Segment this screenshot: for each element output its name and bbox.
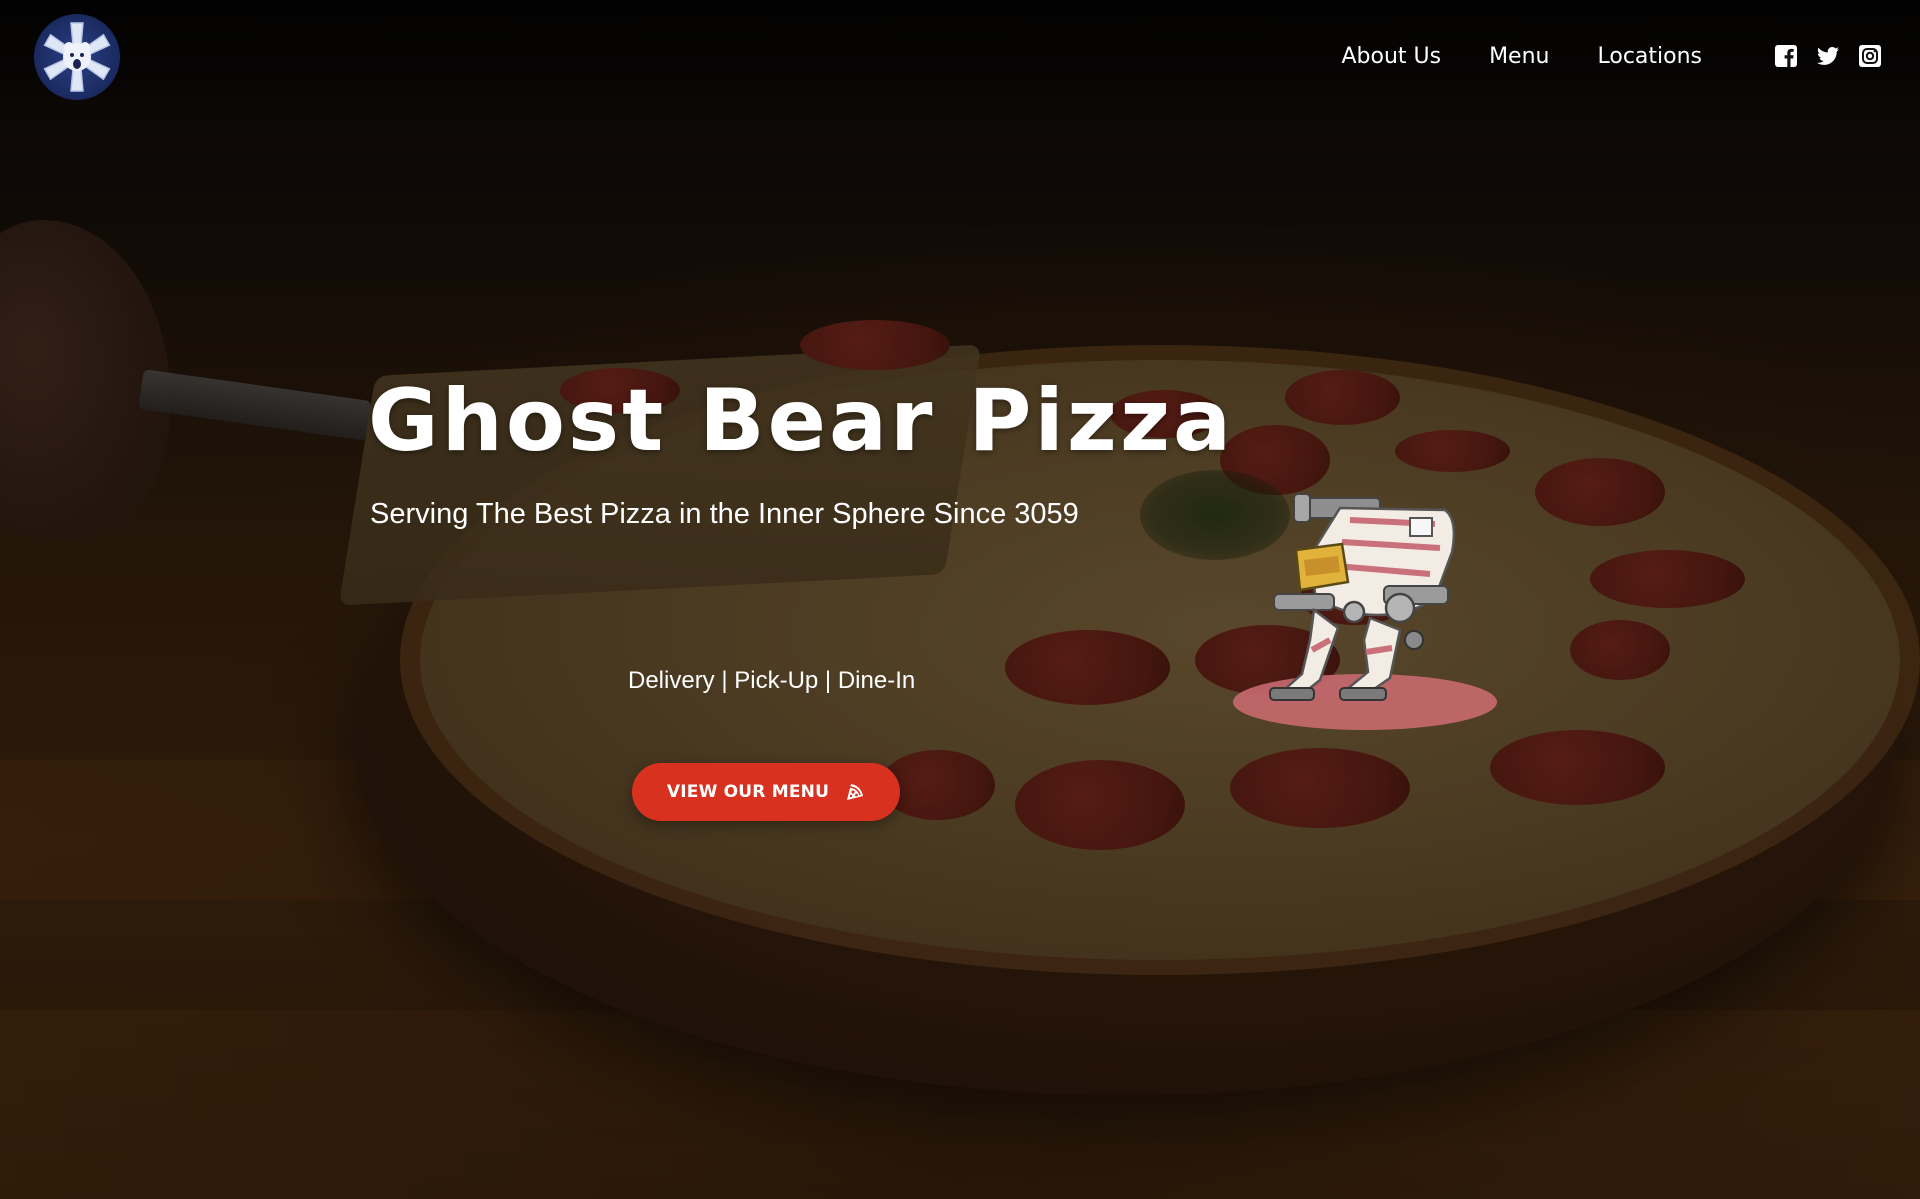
hero-subtitle: Serving The Best Pizza in the Inner Sphe… <box>370 498 1079 530</box>
hero-page: About Us Menu Locations Ghost Bear Pizza… <box>0 0 1920 1199</box>
nav-link-locations[interactable]: Locations <box>1597 44 1702 69</box>
dark-overlay <box>0 0 1920 1199</box>
pizza-slice-icon <box>845 782 865 802</box>
hero-title: Ghost Bear Pizza <box>368 371 1235 471</box>
main-nav: About Us Menu Locations <box>1341 38 1920 74</box>
facebook-icon[interactable] <box>1774 44 1798 68</box>
social-links <box>1756 44 1882 68</box>
hero-services: Delivery | Pick-Up | Dine-In <box>628 667 916 694</box>
instagram-icon[interactable] <box>1858 44 1882 68</box>
nav-link-about-us[interactable]: About Us <box>1341 44 1441 69</box>
view-menu-button-label: VIEW OUR MENU <box>666 782 830 802</box>
view-menu-button[interactable]: VIEW OUR MENU <box>632 763 900 821</box>
twitter-icon[interactable] <box>1816 44 1840 68</box>
nav-link-menu[interactable]: Menu <box>1489 44 1549 69</box>
mech-robot-illustration <box>1230 490 1500 735</box>
ghost-bear-logo-icon[interactable] <box>34 14 120 100</box>
